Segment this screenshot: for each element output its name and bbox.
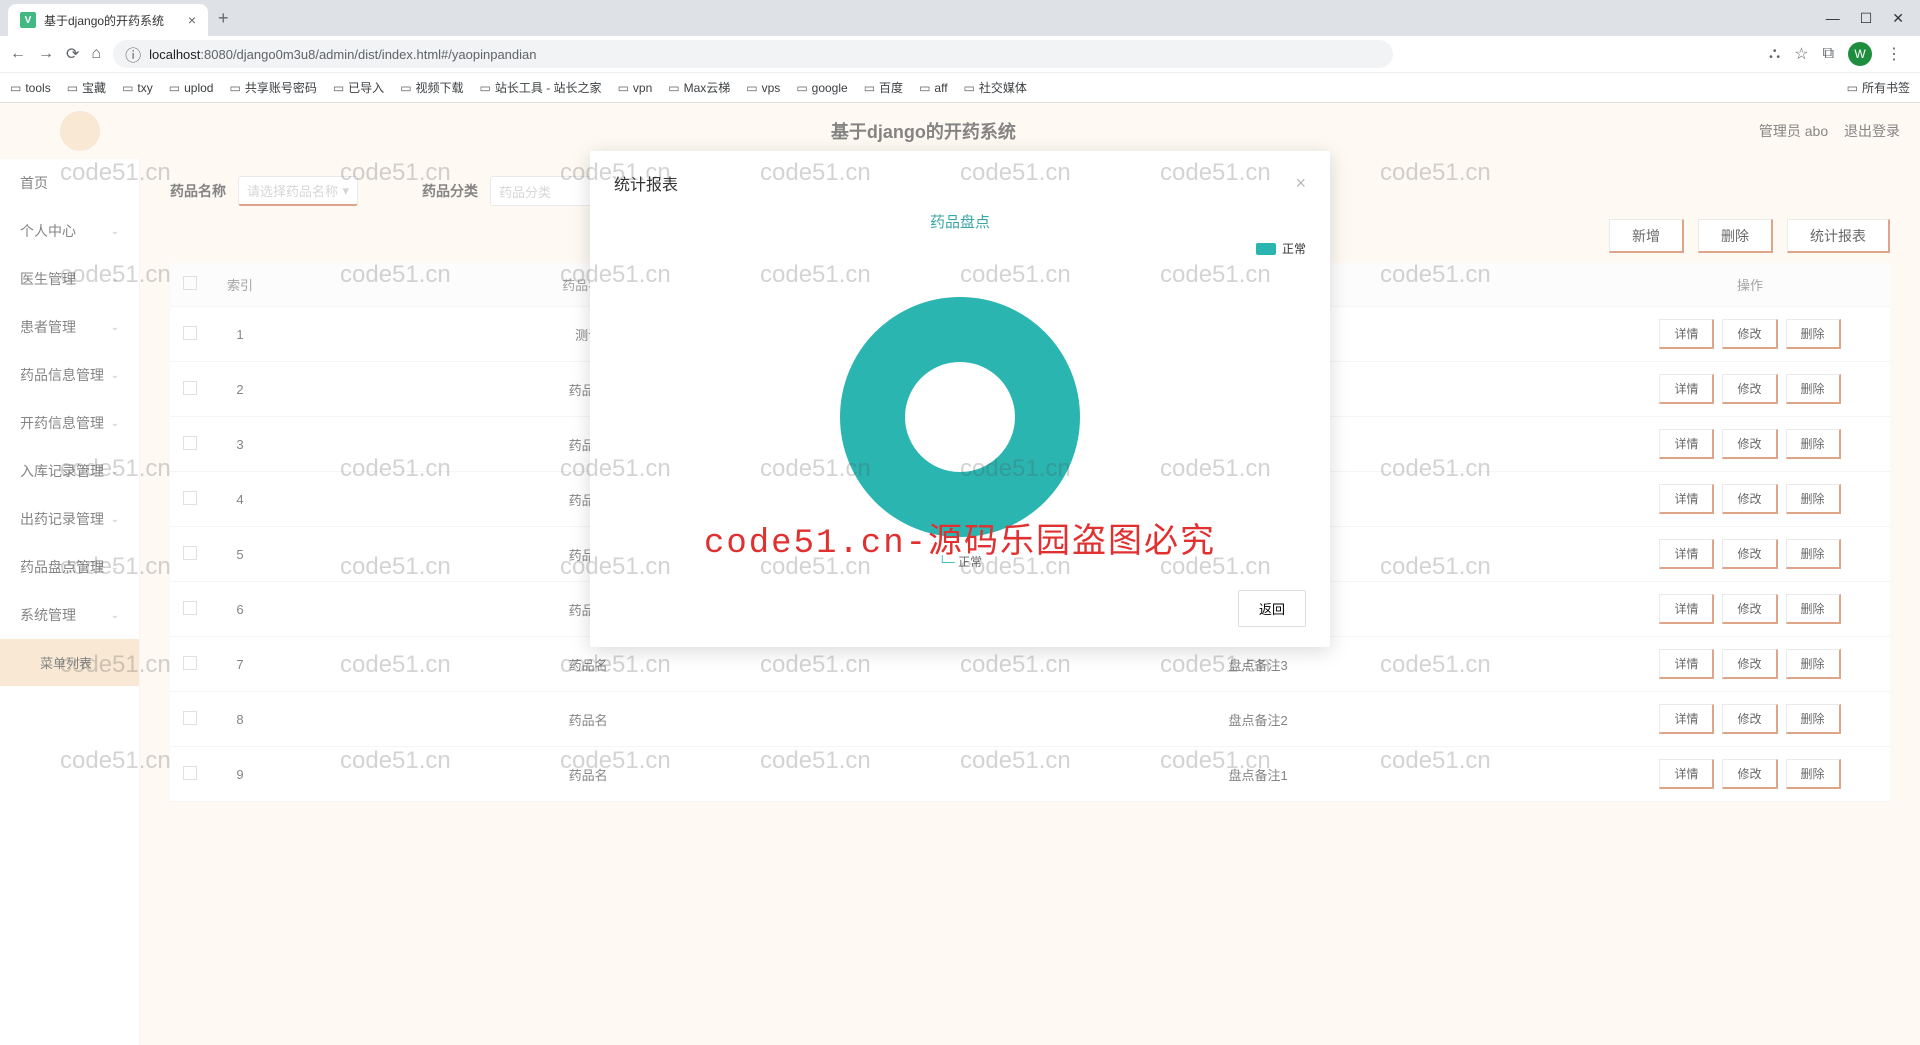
bookmark-item[interactable]: ▭ 站长工具 - 站长之家	[480, 79, 602, 96]
info-icon: ⓘ	[125, 42, 141, 66]
url-path: :8080/django0m3u8/admin/dist/index.html#…	[200, 47, 536, 62]
modal-title: 统计报表	[614, 171, 678, 195]
close-icon[interactable]: ×	[188, 12, 196, 28]
favicon: V	[20, 12, 36, 28]
extension-icon[interactable]: ⧉	[1823, 45, 1834, 63]
tab-title: 基于django的开药系统	[44, 12, 180, 29]
minimize-icon[interactable]: —	[1826, 10, 1840, 27]
translate-icon[interactable]: ⛬	[1769, 45, 1780, 63]
browser-chrome: V 基于django的开药系统 × + — ☐ ✕ ← → ⟳ ⌂ ⓘ loca…	[0, 0, 1920, 103]
reload-icon[interactable]: ⟳	[66, 44, 79, 64]
bookmark-item[interactable]: ▭ tools	[10, 81, 51, 95]
bookmark-item[interactable]: ▭ uplod	[169, 81, 214, 95]
url-host: localhost	[149, 47, 200, 62]
bookmark-item[interactable]: ▭ 社交媒体	[964, 79, 1027, 96]
url-input[interactable]: ⓘ localhost:8080/django0m3u8/admin/dist/…	[113, 40, 1393, 68]
bookmark-item[interactable]: ▭ txy	[122, 81, 153, 95]
home-icon[interactable]: ⌂	[91, 45, 101, 63]
back-button[interactable]: 返回	[1238, 590, 1306, 627]
bookmark-item[interactable]: ▭ vps	[746, 81, 780, 95]
address-bar: ← → ⟳ ⌂ ⓘ localhost:8080/django0m3u8/adm…	[0, 36, 1920, 72]
browser-tab[interactable]: V 基于django的开药系统 ×	[8, 4, 208, 36]
window-controls: — ☐ ✕	[1826, 10, 1920, 27]
tab-bar: V 基于django的开药系统 × + — ☐ ✕	[0, 0, 1920, 36]
bookmark-item[interactable]: ▭ 百度	[864, 79, 903, 96]
app-root: 基于django的开药系统 管理员 abo 退出登录 首页个人中心⌄医生管理⌄患…	[0, 103, 1920, 1045]
bookmark-item[interactable]: ▭ vpn	[618, 81, 653, 95]
menu-icon[interactable]: ⋮	[1886, 44, 1902, 64]
donut-chart	[614, 267, 1306, 547]
bookmark-item[interactable]: ▭ 共享账号密码	[229, 79, 316, 96]
chart-legend: 正常	[614, 240, 1306, 257]
report-modal: 统计报表 × 药品盘点 正常 └─ 正常 返回	[590, 151, 1330, 647]
modal-overlay: 统计报表 × 药品盘点 正常 └─ 正常 返回	[0, 103, 1920, 1045]
all-bookmarks[interactable]: ▭ 所有书签	[1847, 79, 1910, 96]
back-icon[interactable]: ←	[10, 45, 26, 63]
new-tab-button[interactable]: +	[208, 8, 239, 29]
maximize-icon[interactable]: ☐	[1860, 10, 1873, 27]
bookmark-item[interactable]: ▭ 已导入	[333, 79, 384, 96]
bookmark-item[interactable]: ▭ aff	[919, 81, 947, 95]
bookmark-item[interactable]: ▭ 宝藏	[67, 79, 106, 96]
bookmark-item[interactable]: ▭ google	[796, 81, 847, 95]
legend-label: 正常	[1282, 240, 1306, 257]
forward-icon[interactable]: →	[38, 45, 54, 63]
watermark-big: code51.cn-源码乐园盗图必究	[704, 513, 1216, 563]
star-icon[interactable]: ☆	[1794, 44, 1808, 64]
legend-swatch	[1256, 243, 1276, 255]
chart-title: 药品盘点	[614, 211, 1306, 232]
bookmark-item[interactable]: ▭ 视频下载	[400, 79, 463, 96]
profile-badge[interactable]: W	[1848, 42, 1872, 66]
bookmark-item[interactable]: ▭ Max云梯	[668, 79, 730, 96]
close-icon[interactable]: ×	[1295, 173, 1306, 194]
close-window-icon[interactable]: ✕	[1892, 10, 1904, 27]
bookmark-bar: ▭ tools ▭ 宝藏 ▭ txy ▭ uplod ▭ 共享账号密码 ▭ 已导入 ▭ 视频…	[0, 72, 1920, 102]
